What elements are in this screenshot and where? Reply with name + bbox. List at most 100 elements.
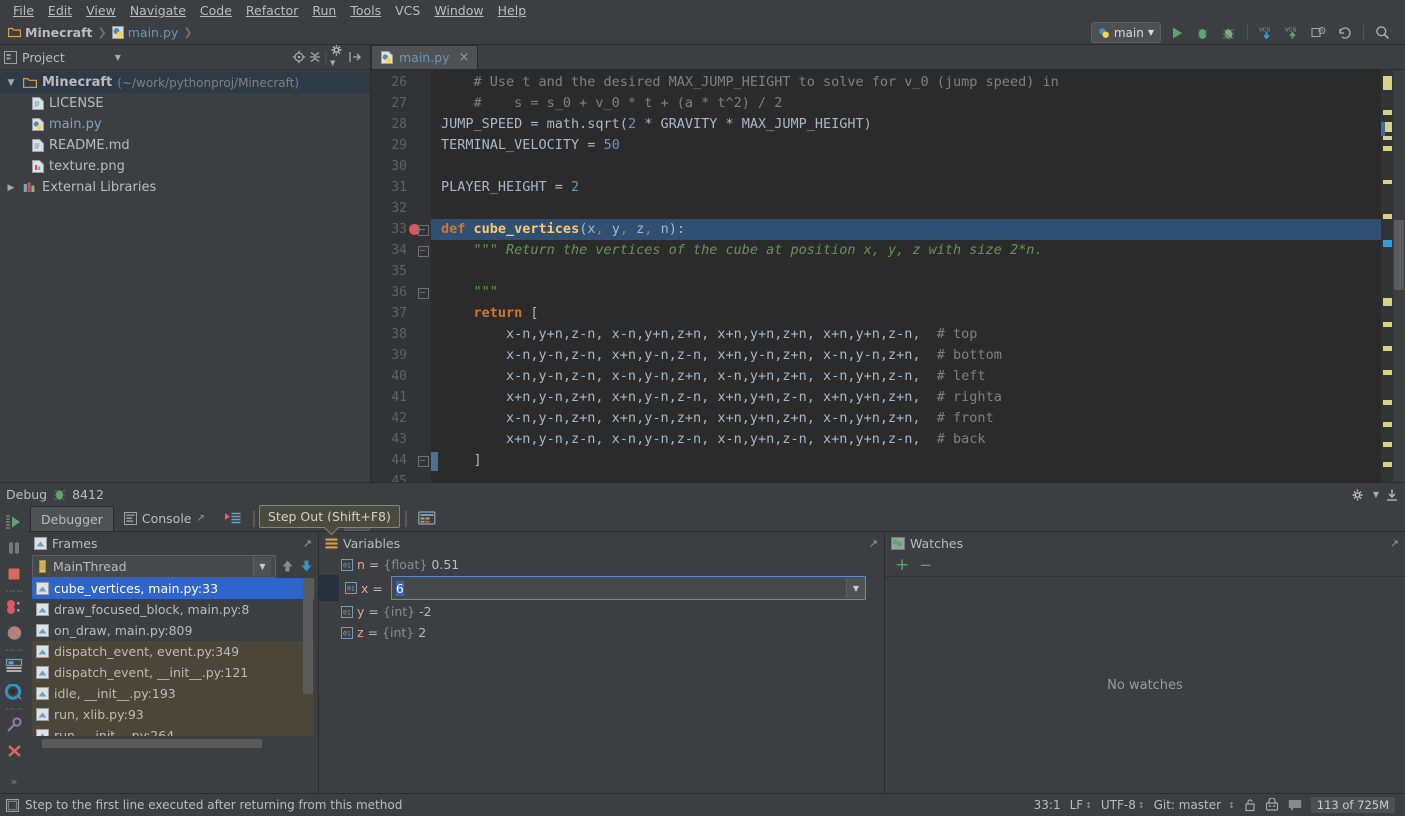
- project-tree[interactable]: ▼ Minecraft (~/work/pythonproj/Minecraft…: [0, 70, 370, 482]
- lock-icon[interactable]: [1244, 798, 1256, 812]
- detach-icon[interactable]: ↗: [869, 537, 878, 550]
- menu-window[interactable]: Window: [427, 0, 490, 21]
- frames-up-icon[interactable]: [280, 558, 295, 574]
- close-icon[interactable]: ×: [459, 50, 470, 65]
- add-watch-button[interactable]: +: [895, 556, 909, 574]
- tree-item-main-py[interactable]: main.py: [0, 114, 370, 135]
- stop-icon[interactable]: [2, 562, 26, 586]
- settings-icon[interactable]: ▼: [330, 43, 346, 72]
- analysis-marker[interactable]: [1383, 422, 1392, 427]
- breadcrumb-file[interactable]: main.py: [110, 25, 181, 40]
- analysis-marker[interactable]: [1383, 400, 1392, 405]
- expand-arrow-icon[interactable]: ▼: [4, 78, 18, 88]
- frames-scrollbar-thumb[interactable]: [303, 578, 313, 694]
- menu-view[interactable]: View: [79, 0, 123, 21]
- frame-list-item[interactable]: idle, __init__.py:193: [32, 683, 314, 704]
- python-interpreter-icon[interactable]: [1265, 798, 1279, 812]
- variable-row[interactable]: 01 x = 6 ▼: [319, 575, 884, 601]
- pause-icon[interactable]: [2, 536, 26, 560]
- detach-icon[interactable]: ↗: [1390, 537, 1399, 550]
- variable-row[interactable]: 01 n = {float} 0.51: [319, 554, 884, 575]
- analysis-marker[interactable]: [1383, 110, 1392, 115]
- locate-icon[interactable]: [292, 50, 306, 64]
- menu-navigate[interactable]: Navigate: [123, 0, 193, 21]
- variable-row[interactable]: 01 z = {int} 2: [319, 622, 884, 643]
- frame-list-item[interactable]: run, xlib.py:93: [32, 704, 314, 725]
- variable-value-input[interactable]: 6: [392, 580, 846, 596]
- collapse-all-icon[interactable]: [308, 50, 322, 64]
- analysis-marker[interactable]: [1383, 240, 1392, 247]
- menu-file[interactable]: File: [6, 0, 41, 21]
- chevron-down-icon[interactable]: ▼: [846, 578, 865, 598]
- menu-run[interactable]: Run: [305, 0, 343, 21]
- code-fold-marker[interactable]: [418, 246, 429, 257]
- close-icon[interactable]: [2, 739, 26, 763]
- menu-code[interactable]: Code: [193, 0, 239, 21]
- analysis-marker[interactable]: [1383, 76, 1392, 90]
- hide-window-icon[interactable]: [1385, 488, 1399, 502]
- menu-help[interactable]: Help: [491, 0, 534, 21]
- code-fold-marker[interactable]: [418, 225, 429, 236]
- chevron-down-icon[interactable]: ▼: [1373, 490, 1379, 499]
- frame-list-item[interactable]: cube_vertices, main.py:33: [32, 578, 314, 599]
- more-icon[interactable]: »: [2, 769, 26, 793]
- tree-item-minecraft[interactable]: ▼ Minecraft (~/work/pythonproj/Minecraft…: [0, 72, 370, 93]
- settings-icon[interactable]: [2, 680, 26, 704]
- tree-item-license[interactable]: LICENSE: [0, 93, 370, 114]
- code-fold-marker[interactable]: [418, 288, 429, 299]
- vcs-update-button[interactable]: VCS: [1256, 22, 1277, 43]
- variable-value-editor[interactable]: 6 ▼: [390, 576, 866, 600]
- menu-tools[interactable]: Tools: [343, 0, 388, 21]
- debug-button[interactable]: [1192, 22, 1213, 43]
- evaluate-expression-icon[interactable]: [415, 508, 439, 530]
- collapse-arrow-icon[interactable]: ▶: [4, 183, 18, 193]
- settings-icon[interactable]: [1351, 488, 1367, 502]
- analysis-marker[interactable]: [1383, 146, 1392, 151]
- frame-list-item[interactable]: draw_focused_block, main.py:8: [32, 599, 314, 620]
- analysis-marker[interactable]: [1383, 136, 1392, 140]
- tree-item-texture[interactable]: texture.png: [0, 156, 370, 177]
- frame-list-item[interactable]: dispatch_event, __init__.py:121: [32, 662, 314, 683]
- frames-list[interactable]: cube_vertices, main.py:33 draw_focused_bl…: [32, 578, 314, 736]
- variable-row[interactable]: 01 y = {int} -2: [319, 601, 884, 622]
- menu-edit[interactable]: Edit: [41, 0, 79, 21]
- thread-selector[interactable]: MainThread ▼: [32, 554, 276, 578]
- chevron-down-icon[interactable]: ▼: [253, 556, 271, 576]
- frames-horizontal-scrollbar[interactable]: [32, 738, 314, 749]
- run-button[interactable]: [1166, 22, 1187, 43]
- tab-console[interactable]: Console ↗: [114, 507, 215, 531]
- event-log-icon[interactable]: [1288, 799, 1302, 812]
- show-execution-point-icon[interactable]: [221, 508, 245, 530]
- frame-list-item[interactable]: dispatch_event, event.py:349: [32, 641, 314, 662]
- vcs-branch[interactable]: Git: master: [1154, 798, 1222, 812]
- mute-breakpoints-icon[interactable]: [2, 621, 26, 645]
- breadcrumb-project[interactable]: Minecraft: [6, 25, 95, 40]
- debug-title[interactable]: Debug 8412: [6, 487, 104, 502]
- analysis-marker[interactable]: [1383, 462, 1392, 467]
- project-panel-title[interactable]: Project ▼: [4, 50, 121, 65]
- code-fold-marker[interactable]: [418, 456, 429, 467]
- pin-icon[interactable]: [2, 713, 26, 737]
- scrollbar-thumb[interactable]: [42, 739, 262, 748]
- restore-layout-icon[interactable]: [2, 654, 26, 678]
- menu-refactor[interactable]: Refactor: [239, 0, 305, 21]
- code-area[interactable]: # Use t and the desired MAX_JUMP_HEIGHT …: [431, 70, 1381, 482]
- tree-item-readme[interactable]: README.md: [0, 135, 370, 156]
- undo-button[interactable]: [1334, 22, 1355, 43]
- search-icon[interactable]: [1372, 22, 1393, 43]
- detach-icon[interactable]: ↗: [303, 537, 312, 550]
- menu-vcs[interactable]: VCS: [388, 0, 427, 21]
- editor-vertical-scrollbar[interactable]: [1393, 70, 1405, 482]
- vcs-history-button[interactable]: [1308, 22, 1329, 43]
- file-encoding[interactable]: UTF-8: [1101, 798, 1136, 812]
- analysis-marker[interactable]: [1383, 370, 1392, 375]
- editor-marker-bar[interactable]: [1381, 70, 1393, 482]
- frame-list-item[interactable]: on_draw, main.py:809: [32, 620, 314, 641]
- variables-panel-body[interactable]: 01 n = {float} 0.51 01 x = 6 ▼ 01 y = {int} -2 01 z = {int…: [319, 554, 884, 793]
- rerun-icon[interactable]: [2, 510, 26, 534]
- analysis-marker[interactable]: [1383, 346, 1392, 351]
- analysis-marker[interactable]: [1383, 442, 1392, 447]
- frame-list-item[interactable]: run, __init__.py:264: [32, 725, 314, 736]
- vcs-commit-button[interactable]: VCS: [1282, 22, 1303, 43]
- view-breakpoints-icon[interactable]: [2, 595, 26, 619]
